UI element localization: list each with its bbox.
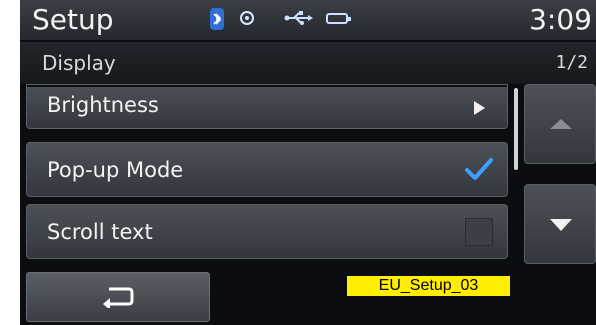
usb-icon (284, 10, 314, 30)
menu-item-brightness[interactable]: Brightness (26, 84, 508, 129)
section-title: Display (42, 51, 116, 75)
clock: 3:09 (529, 3, 592, 36)
page-indicator: 1/2 (555, 52, 588, 73)
scrollbar-thumb[interactable] (514, 88, 518, 170)
sub-header: Display 1/2 (20, 42, 596, 84)
battery-icon (326, 13, 351, 24)
disc-icon (240, 11, 254, 25)
page-title: Setup (32, 3, 114, 36)
scroll-down-button[interactable] (524, 184, 596, 264)
caption-label: EU_Setup_03 (347, 276, 510, 296)
menu-item-label: Brightness (47, 93, 159, 117)
menu-item-label: Scroll text (47, 220, 153, 244)
status-bar: Setup 3:09 (20, 0, 596, 40)
triangle-up-icon (550, 119, 572, 129)
triangle-down-icon (550, 219, 572, 231)
checkbox-checked-icon[interactable] (463, 155, 495, 187)
menu-item-label: Pop-up Mode (47, 158, 184, 182)
scrollbar[interactable] (512, 88, 520, 264)
back-button[interactable] (26, 272, 210, 322)
bluetooth-icon (210, 8, 224, 30)
checkbox-unchecked[interactable] (465, 218, 493, 246)
scroll-up-button[interactable] (524, 84, 596, 164)
menu-item-scroll-text[interactable]: Scroll text (26, 204, 508, 259)
chevron-right-icon (474, 101, 485, 115)
back-arrow-icon (101, 286, 135, 312)
menu-item-popup-mode[interactable]: Pop-up Mode (26, 142, 508, 197)
